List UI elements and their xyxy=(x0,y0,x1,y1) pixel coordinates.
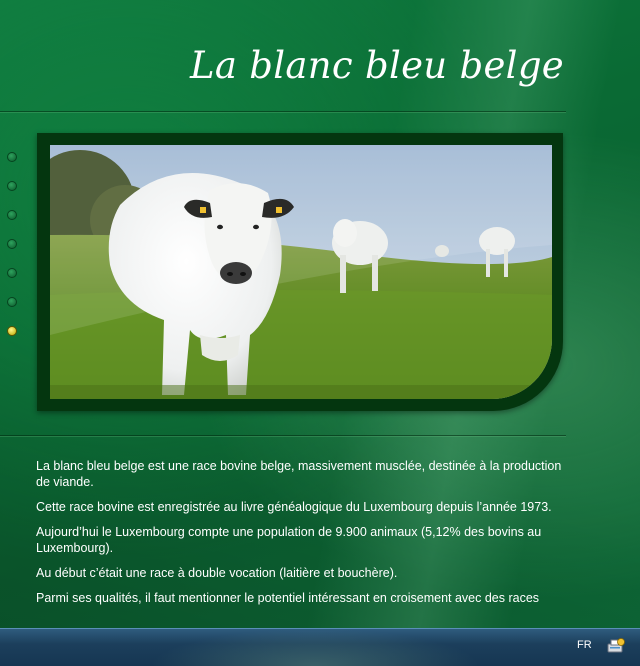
paragraph-5: Parmi ses qualités, il faut mentionner l… xyxy=(36,591,540,605)
paragraph-3: Aujourd’hui le Luxembourg compte une pop… xyxy=(36,525,542,555)
nav-dot-3[interactable] xyxy=(7,210,17,220)
nav-dot-4[interactable] xyxy=(7,239,17,249)
cow-photo xyxy=(50,145,552,399)
taskbar: FR xyxy=(0,628,640,666)
page-title: La blanc bleu belge xyxy=(190,44,564,87)
nav-dot-1[interactable] xyxy=(7,152,17,162)
taskbar-glow xyxy=(150,629,480,666)
divider-bottom xyxy=(0,435,566,436)
divider-top xyxy=(0,111,566,112)
article-body: La blanc bleu belge est une race bovine … xyxy=(36,458,566,615)
slide-nav-dots xyxy=(7,152,17,355)
paragraph-4: Au début c’était une race à double vocat… xyxy=(36,566,398,580)
paragraph-2: Cette race bovine est enregistrée au liv… xyxy=(36,500,552,514)
nav-dot-2[interactable] xyxy=(7,181,17,191)
paragraph-1: La blanc bleu belge est une race bovine … xyxy=(36,459,562,489)
language-indicator[interactable]: FR xyxy=(577,639,592,651)
nav-dot-7-active[interactable] xyxy=(7,326,17,336)
nav-dot-6[interactable] xyxy=(7,297,17,307)
network-printer-icon[interactable] xyxy=(606,637,626,655)
photo-frame xyxy=(37,133,563,411)
nav-dot-5[interactable] xyxy=(7,268,17,278)
